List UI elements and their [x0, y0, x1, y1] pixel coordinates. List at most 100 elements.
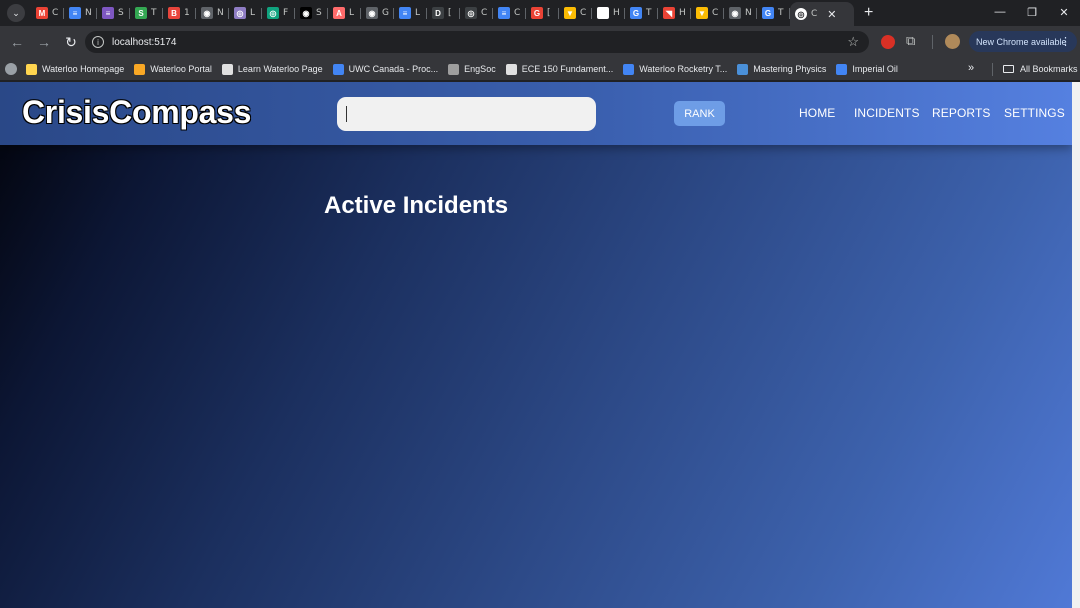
nav-settings[interactable]: SETTINGS [1004, 106, 1065, 120]
bookmark-label: ECE 150 Fundament... [521, 64, 614, 74]
browser-tab[interactable]: ◉ N [724, 2, 757, 24]
app-icon: B [168, 7, 180, 19]
tab-list: M C ≡ N ≡ S S T B 1 ◉ N ◎ L ◎ F ◉ S A L ◉ G ≡ L D[◎ C ≡ C G[▼ C ◉ H G T ◥ H… [31, 0, 790, 26]
browser-tab[interactable]: ◉ S [295, 2, 328, 24]
engsoc-icon [448, 63, 460, 75]
tab-title: T [646, 8, 652, 18]
bookmark-item[interactable]: Learn Waterloo Page [217, 58, 328, 80]
bookmark-list: Waterloo Homepage Waterloo Portal Learn Wa… [21, 58, 903, 80]
docs-icon [623, 63, 635, 75]
page-viewport: CrisisCompass RANK HOME INCIDENTS REPORT… [0, 82, 1072, 608]
chrome-update-button[interactable]: New Chrome available ⋮ [969, 31, 1077, 52]
tab-title: L [415, 8, 421, 18]
browser-tab[interactable]: D[ [427, 2, 460, 24]
browser-tab[interactable]: ◎ F [262, 2, 295, 24]
active-tab[interactable]: ◎ C ✕ [790, 2, 854, 26]
docs-icon: ≡ [69, 7, 81, 19]
ece-icon [505, 63, 517, 75]
browser-tab[interactable]: ◉ H [592, 2, 625, 24]
bookmark-label: Learn Waterloo Page [237, 64, 323, 74]
bookmark-item[interactable]: Waterloo Rocketry T... [618, 58, 732, 80]
portal-icon [134, 63, 146, 75]
chrome-update-label: New Chrome available [976, 36, 1067, 47]
folder-icon [1003, 65, 1014, 73]
browser-tab[interactable]: ≡ S [97, 2, 130, 24]
minimize-icon[interactable]: — [984, 0, 1016, 24]
more-bookmarks-icon[interactable]: » [968, 62, 974, 74]
bookmark-item[interactable]: Waterloo Portal [129, 58, 217, 80]
profile-avatar[interactable] [945, 34, 960, 49]
toolbar-divider [932, 35, 933, 49]
tab-title: L [349, 8, 355, 18]
bookmark-item[interactable]: Imperial Oil [831, 58, 903, 80]
bookmark-label: Mastering Physics [753, 64, 827, 74]
tab-title: H [613, 8, 620, 18]
active-tab-title: C [811, 9, 818, 19]
menu-dots-icon[interactable]: ⋮ [1060, 35, 1071, 48]
rank-button[interactable]: RANK [674, 101, 725, 126]
browser-tab-strip: ⌄ M C ≡ N ≡ S S T B 1 ◉ N ◎ L ◎ F ◉ S A L ◉ G ≡ L D[◎ C ≡ C G[▼ C ◉ H G T… [0, 0, 1080, 26]
browser-tab[interactable]: G[ [526, 2, 559, 24]
url-text[interactable]: localhost:5174 [112, 37, 177, 48]
all-bookmarks-button[interactable]: All Bookmarks [1003, 58, 1078, 80]
bookmark-label: Imperial Oil [852, 64, 898, 74]
text-caret [346, 106, 347, 122]
scrollbar[interactable] [1072, 82, 1080, 608]
google-icon: G [630, 7, 642, 19]
bookmark-item[interactable]: Waterloo Homepage [21, 58, 129, 80]
bookmark-star-icon[interactable]: ☆ [847, 34, 859, 50]
extensions-puzzle-icon[interactable]: ⧉ [906, 33, 922, 49]
nav-incidents[interactable]: INCIDENTS [854, 106, 920, 120]
browser-toolbar: ← → ↻ i localhost:5174 ☆ ⧉ New Chrome av… [0, 26, 1080, 58]
browser-tab[interactable]: ≡ C [493, 2, 526, 24]
browser-tab[interactable]: ▼ C [691, 2, 724, 24]
browser-tab[interactable]: ▼ C [559, 2, 592, 24]
search-input[interactable] [337, 97, 596, 131]
browser-tab[interactable]: ≡ N [64, 2, 97, 24]
bookmark-item[interactable]: Mastering Physics [732, 58, 831, 80]
back-icon[interactable]: ← [5, 30, 29, 54]
new-tab-icon[interactable]: + [864, 4, 873, 22]
restore-icon[interactable]: ❐ [1016, 0, 1048, 24]
physics-icon [737, 63, 749, 75]
browser-tab[interactable]: AL [328, 2, 361, 24]
extension-icon[interactable] [881, 35, 895, 49]
bookmark-item[interactable]: UWC Canada - Proc... [328, 58, 444, 80]
reload-icon[interactable]: ↻ [59, 30, 83, 54]
browser-tab[interactable]: B1 [163, 2, 196, 24]
tab-title: T [151, 8, 157, 18]
close-window-icon[interactable]: ✕ [1048, 0, 1080, 24]
site-info-icon[interactable]: i [92, 36, 104, 48]
apps-icon[interactable] [5, 63, 17, 75]
bookmark-item[interactable]: EngSoc [443, 58, 501, 80]
browser-tab[interactable]: MC [31, 2, 64, 24]
app-icon: D [432, 7, 444, 19]
browser-tab[interactable]: ◥ H [658, 2, 691, 24]
app-logo[interactable]: CrisisCompass [22, 94, 251, 131]
browser-tab[interactable]: ST [130, 2, 163, 24]
app-icon: ◉ [597, 7, 609, 19]
forward-icon[interactable]: → [32, 30, 56, 54]
address-bar[interactable]: i localhost:5174 ☆ [85, 31, 869, 53]
browser-tab[interactable]: ◉ G [361, 2, 394, 24]
browser-tab[interactable]: GT [757, 2, 790, 24]
browser-tab[interactable]: ◉ N [196, 2, 229, 24]
nav-reports[interactable]: REPORTS [932, 106, 991, 120]
browser-tab[interactable]: ≡ L [394, 2, 427, 24]
tab-title: H [679, 8, 686, 18]
globe-icon: ◉ [729, 7, 741, 19]
docs-icon: ≡ [399, 7, 411, 19]
tab-title: N [745, 8, 752, 18]
bookmark-item[interactable]: ECE 150 Fundament... [501, 58, 619, 80]
page-title: Active Incidents [324, 192, 509, 219]
bookmarks-divider [992, 63, 993, 76]
tab-title: S [316, 8, 322, 18]
browser-tab[interactable]: ◎ L [229, 2, 262, 24]
close-tab-icon[interactable]: ✕ [827, 8, 836, 21]
browser-tab[interactable]: ◎ C [460, 2, 493, 24]
google-icon: G [762, 7, 774, 19]
app-icon: ◎ [234, 7, 246, 19]
nav-home[interactable]: HOME [799, 106, 835, 120]
browser-tab[interactable]: GT [625, 2, 658, 24]
tab-search-icon[interactable]: ⌄ [7, 4, 25, 22]
